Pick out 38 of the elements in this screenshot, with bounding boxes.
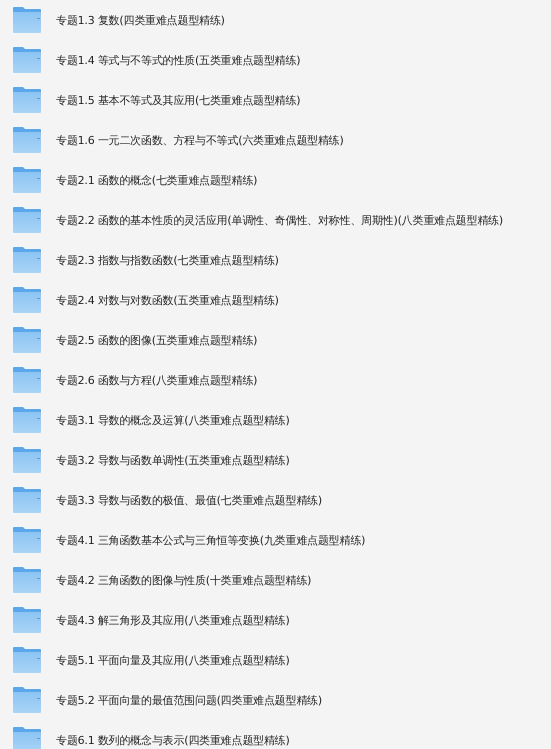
folder-name[interactable]: 专题3.2 导数与函数单调性(五类重难点题型精练) bbox=[56, 452, 290, 468]
folder-name[interactable]: 专题5.2 平面向量的最值范围问题(四类重难点题型精练) bbox=[56, 692, 322, 708]
folder-icon[interactable] bbox=[12, 446, 42, 474]
folder-icon[interactable] bbox=[12, 326, 42, 354]
folder-icon[interactable] bbox=[12, 46, 42, 74]
folder-icon[interactable] bbox=[12, 486, 42, 514]
folder-icon[interactable] bbox=[12, 606, 42, 634]
folder-name[interactable]: 专题2.6 函数与方程(八类重难点题型精练) bbox=[56, 372, 258, 388]
folder-icon[interactable] bbox=[12, 6, 42, 34]
folder-name[interactable]: 专题2.2 函数的基本性质的灵活应用(单调性、奇偶性、对称性、周期性)(八类重难点题型精练) bbox=[56, 212, 503, 228]
folder-icon[interactable] bbox=[12, 406, 42, 434]
folder-name[interactable]: 专题1.5 基本不等式及其应用(七类重难点题型精练) bbox=[56, 92, 300, 108]
folder-icon[interactable] bbox=[12, 366, 42, 394]
folder-name[interactable]: 专题2.4 对数与对数函数(五类重难点题型精练) bbox=[56, 292, 279, 308]
folder-icon[interactable] bbox=[12, 286, 42, 314]
folder-name[interactable]: 专题2.1 函数的概念(七类重难点题型精练) bbox=[56, 172, 258, 188]
folder-name[interactable]: 专题1.6 一元二次函数、方程与不等式(六类重难点题型精练) bbox=[56, 132, 344, 148]
folder-icon[interactable] bbox=[12, 246, 42, 274]
folder-icon[interactable] bbox=[12, 126, 42, 154]
folder-icon[interactable] bbox=[12, 686, 42, 714]
folder-icon[interactable] bbox=[12, 166, 42, 194]
folder-icon[interactable] bbox=[12, 526, 42, 554]
folder-name[interactable]: 专题1.3 复数(四类重难点题型精练) bbox=[56, 12, 225, 28]
folder-name[interactable]: 专题3.3 导数与函数的极值、最值(七类重难点题型精练) bbox=[56, 492, 322, 508]
folder-name[interactable]: 专题4.2 三角函数的图像与性质(十类重难点题型精练) bbox=[56, 572, 312, 588]
folder-icon[interactable] bbox=[12, 206, 42, 234]
folder-icon[interactable] bbox=[12, 566, 42, 594]
folder-name[interactable]: 专题5.1 平面向量及其应用(八类重难点题型精练) bbox=[56, 652, 290, 668]
folder-icon[interactable] bbox=[12, 646, 42, 674]
folder-name[interactable]: 专题4.3 解三角形及其应用(八类重难点题型精练) bbox=[56, 612, 290, 628]
folder-name[interactable]: 专题3.1 导数的概念及运算(八类重难点题型精练) bbox=[56, 412, 290, 428]
folder-name[interactable]: 专题4.1 三角函数基本公式与三角恒等变换(九类重难点题型精练) bbox=[56, 532, 366, 548]
folder-icon[interactable] bbox=[12, 86, 42, 114]
folder-name[interactable]: 专题2.5 函数的图像(五类重难点题型精练) bbox=[56, 332, 258, 348]
folder-name[interactable]: 专题2.3 指数与指数函数(七类重难点题型精练) bbox=[56, 252, 279, 268]
folder-name[interactable]: 专题1.4 等式与不等式的性质(五类重难点题型精练) bbox=[56, 52, 300, 68]
folder-icon[interactable] bbox=[12, 726, 42, 749]
folder-name[interactable]: 专题6.1 数列的概念与表示(四类重难点题型精练) bbox=[56, 732, 290, 748]
